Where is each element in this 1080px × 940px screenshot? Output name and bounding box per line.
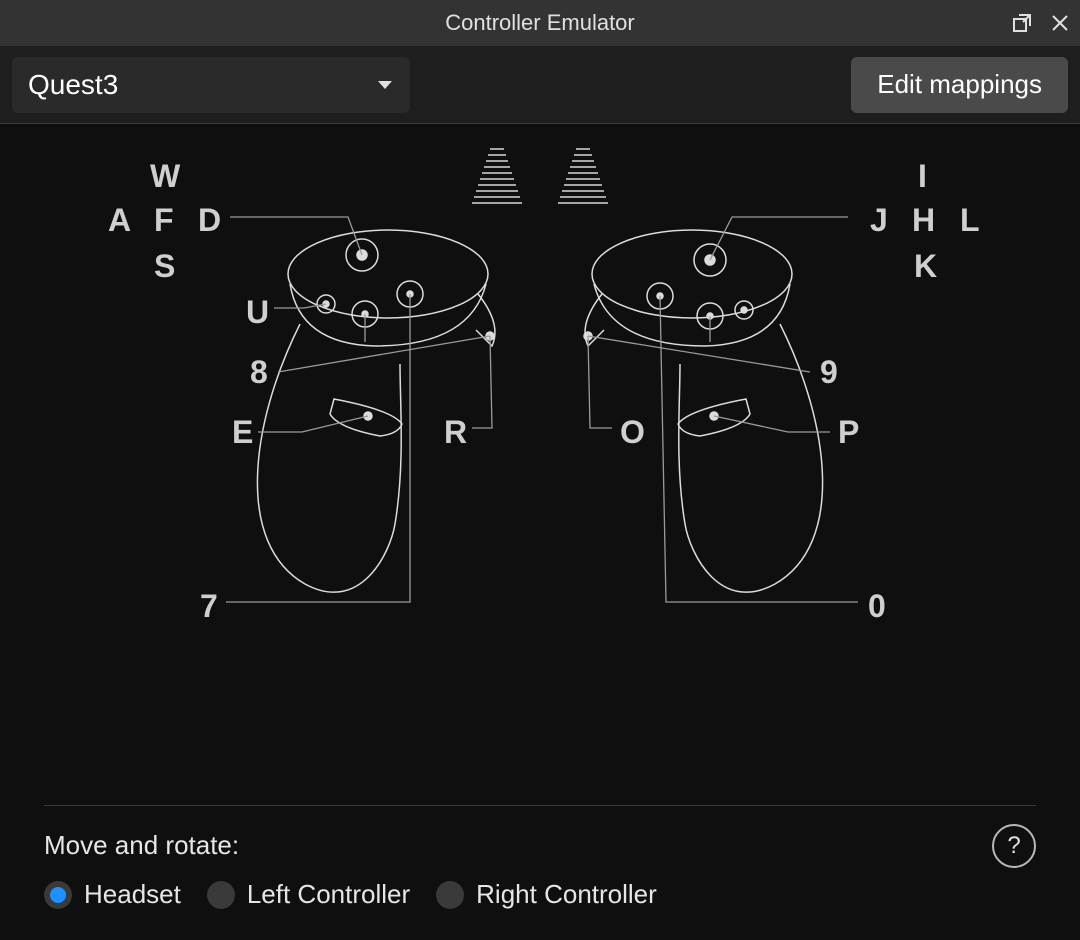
move-rotate-label: Move and rotate: [44, 830, 1036, 861]
close-icon[interactable] [1050, 13, 1070, 33]
radio-dot-icon [436, 881, 464, 909]
key-right-thumb-left: J [870, 204, 888, 236]
radio-headset-label: Headset [84, 879, 181, 910]
key-right-thumb-down: K [914, 250, 937, 282]
radio-headset[interactable]: Headset [44, 879, 181, 910]
radio-right-controller[interactable]: Right Controller [436, 879, 657, 910]
footer: Move and rotate: Headset Left Controller… [44, 805, 1036, 910]
toolbar: Quest3 Edit mappings [0, 46, 1080, 124]
key-right-trigger: 9 [820, 356, 838, 388]
key-right-grip: P [838, 416, 859, 448]
key-left-trigger: 8 [250, 356, 268, 388]
key-right-thumb-click: H [912, 204, 935, 236]
key-right-b: O [620, 416, 645, 448]
popout-icon[interactable] [1012, 13, 1032, 33]
key-right-thumb-up: I [918, 160, 927, 192]
radio-dot-icon [44, 881, 72, 909]
edit-mappings-button[interactable]: Edit mappings [851, 57, 1068, 113]
help-button[interactable]: ? [992, 824, 1036, 868]
key-left-grip: E [232, 416, 253, 448]
key-left-y: R [444, 416, 467, 448]
stage: W A F D S U 8 E R 7 I J H L K 9 O P 0 [0, 124, 1080, 786]
radio-dot-icon [207, 881, 235, 909]
chevron-down-icon [378, 81, 392, 89]
key-left-x: 7 [200, 590, 218, 622]
key-left-thumb-down: S [154, 250, 175, 282]
radio-right-label: Right Controller [476, 879, 657, 910]
key-left-thumb-click: F [154, 204, 174, 236]
footer-divider [44, 805, 1036, 806]
radio-left-controller[interactable]: Left Controller [207, 879, 410, 910]
key-left-thumb-left: A [108, 204, 131, 236]
move-rotate-radio-group: Headset Left Controller Right Controller [44, 879, 1036, 910]
key-left-thumb-right: D [198, 204, 221, 236]
radio-left-label: Left Controller [247, 879, 410, 910]
titlebar-controls [1012, 0, 1070, 46]
key-right-a: 0 [868, 590, 886, 622]
titlebar: Controller Emulator [0, 0, 1080, 46]
device-dropdown[interactable]: Quest3 [12, 57, 410, 113]
key-right-thumb-right: L [960, 204, 980, 236]
window-title: Controller Emulator [0, 10, 1080, 36]
key-left-thumb-up: W [150, 160, 180, 192]
device-selected: Quest3 [28, 69, 118, 101]
key-left-menu: U [246, 296, 269, 328]
